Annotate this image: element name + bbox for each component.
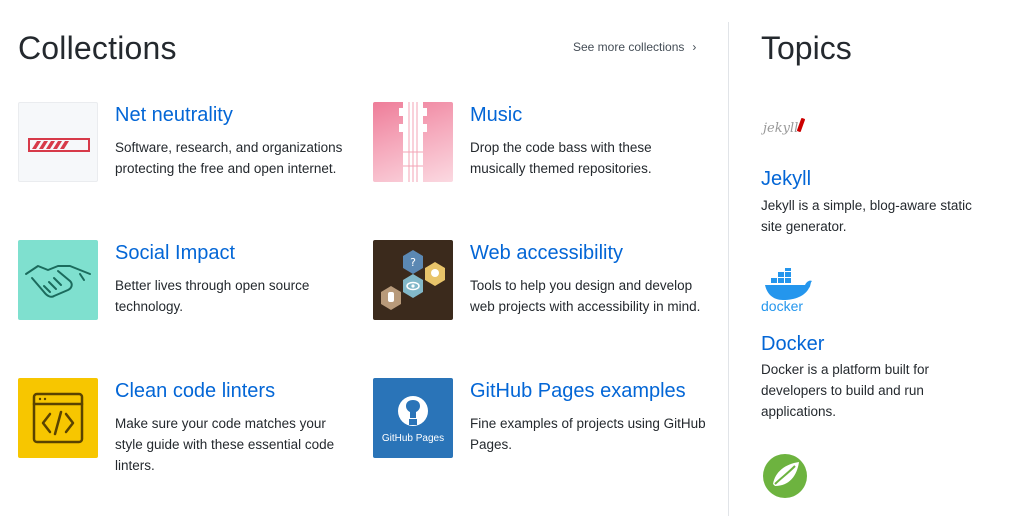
collection-description: Better lives through open source technol… <box>115 278 310 314</box>
collection-card-clean-code-linters: Clean code linters Make sure your code m… <box>18 378 358 488</box>
topic-title-link[interactable]: Docker <box>761 333 824 356</box>
collections-heading: Collections <box>18 30 177 66</box>
github-pages-icon[interactable]: GitHub Pages <box>373 378 453 458</box>
collection-card-github-pages: GitHub Pages GitHub Pages examples Fine … <box>373 378 713 488</box>
collection-description: Tools to help you design and develop web… <box>470 278 701 314</box>
jekyll-logo[interactable]: jekyll <box>760 108 821 158</box>
collection-card-music: Music Drop the code bass with these musi… <box>373 102 713 212</box>
collection-description: Make sure your code matches your style g… <box>115 416 335 473</box>
collections-section: Collections See more collections › Net n… <box>18 0 708 516</box>
collection-title-link[interactable]: Clean code linters <box>115 380 275 403</box>
docker-logo[interactable]: docker <box>761 268 821 318</box>
topic-title-link[interactable]: Jekyll <box>761 168 811 191</box>
topic-description: Docker is a platform built for developer… <box>761 362 930 419</box>
collection-description: Software, research, and organizations pr… <box>115 140 343 176</box>
collection-description: Fine examples of projects using GitHub P… <box>470 416 706 452</box>
svg-text:?: ? <box>410 256 416 269</box>
collection-title-link[interactable]: Web accessibility <box>470 242 623 265</box>
topic-description: Jekyll is a simple, blog-aware static si… <box>761 198 972 234</box>
collection-title-link[interactable]: Music <box>470 104 522 127</box>
see-more-collections-label: See more collections <box>573 40 685 54</box>
code-window-icon[interactable] <box>18 378 98 458</box>
section-divider <box>728 22 729 516</box>
collection-title-link[interactable]: Social Impact <box>115 242 235 265</box>
collection-description: Drop the code bass with these musically … <box>470 140 652 176</box>
topic-jekyll: jekyll Jekyll Jekyll is a simple, blog-a… <box>760 108 1001 238</box>
github-pages-logo-text: GitHub Pages <box>382 433 444 444</box>
see-more-collections-link[interactable]: See more collections › <box>573 40 696 54</box>
handshake-icon[interactable] <box>18 240 98 320</box>
spring-logo[interactable] <box>761 452 821 502</box>
guitar-icon[interactable] <box>373 102 453 182</box>
topics-section: Topics jekyll Jekyll Jekyll is a simple,… <box>760 0 1011 516</box>
topics-heading: Topics <box>761 30 852 66</box>
docker-logo-text: docker <box>761 298 803 314</box>
topic-spring <box>761 452 1001 512</box>
collection-card-web-accessibility: ? Web accessibility Tools to help you de… <box>373 240 713 350</box>
collection-title-link[interactable]: Net neutrality <box>115 104 233 127</box>
collection-card-net-neutrality: Net neutrality Software, research, and o… <box>18 102 358 212</box>
chevron-right-icon: › <box>692 40 697 54</box>
accessibility-hexagons-icon[interactable]: ? <box>373 240 453 320</box>
progress-bar-icon[interactable] <box>18 102 98 182</box>
jekyll-logo-text: jekyll <box>761 121 798 136</box>
topic-docker: docker Docker Docker is a platform built… <box>761 268 1001 428</box>
collection-title-link[interactable]: GitHub Pages examples <box>470 380 686 403</box>
collection-card-social-impact: Social Impact Better lives through open … <box>18 240 358 350</box>
